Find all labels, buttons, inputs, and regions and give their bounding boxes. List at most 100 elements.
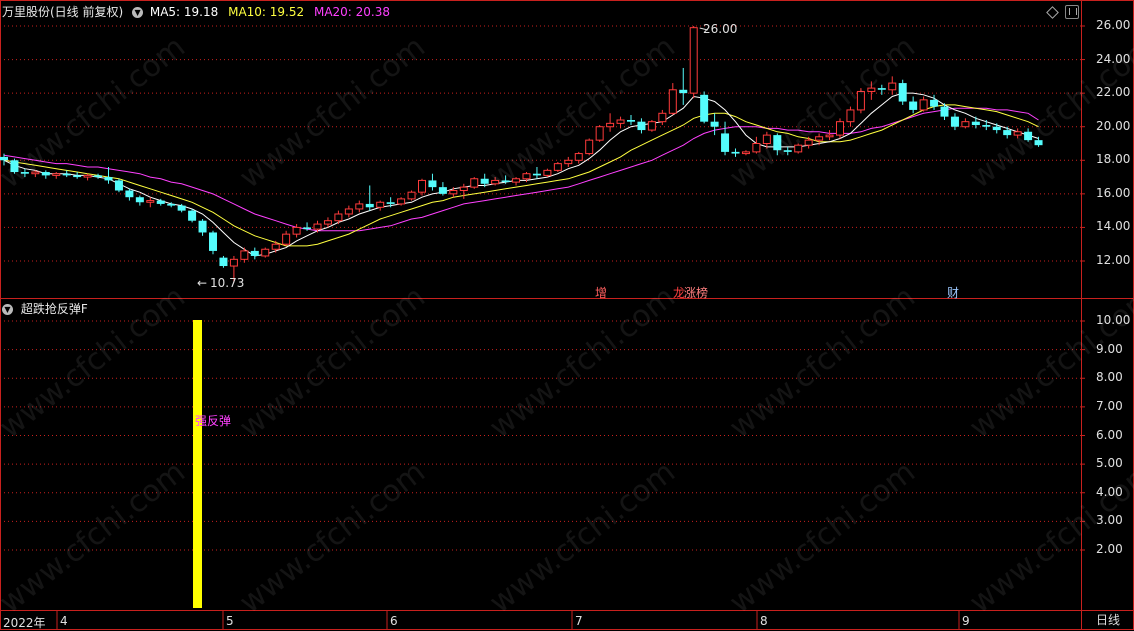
candle-body-up [334,213,343,222]
candle-body-down [0,156,8,161]
candle-body-up [741,151,750,155]
candle-body-down [125,190,134,198]
y-tick-label: 6.00 [1096,427,1123,442]
candle-body-down [104,177,113,181]
chevron-down-icon[interactable]: ▼ [2,304,13,315]
x-axis-year: 2022年 [3,616,46,630]
candle-body-down [721,133,730,152]
candle-body-down [898,83,907,102]
y-tick-label: 16.00 [1096,185,1131,200]
event-finance[interactable]: 财 [947,284,959,301]
candle-body-up [585,139,594,155]
candle-body-up [282,233,291,245]
low-price-marker: ← [197,276,208,290]
candle-body-up [240,250,249,260]
candle-body-down [700,94,709,122]
candle-body-down [982,125,991,127]
candle-body-down [94,175,103,178]
candle-body-up [543,169,552,176]
candle-body-down [930,99,939,107]
candle-body-up [52,173,61,176]
chevron-down-icon[interactable]: ▼ [132,7,144,18]
candle-body-down [438,187,447,194]
candle-body-up [512,178,521,183]
y-tick-label: 5.00 [1096,456,1123,471]
candle-body-down [909,101,918,110]
diamond-icon[interactable] [1046,6,1059,19]
candle-body-down [167,203,176,206]
candle-body-up [292,226,301,235]
candle-body-up [825,134,834,138]
candle-body-up [146,200,155,203]
outer-border [0,0,1134,630]
candle-body-up [491,179,500,185]
ma20-label: MA20: 20.38 [313,5,391,19]
candle-body-up [553,163,562,171]
candle-body-up [229,258,238,267]
ma20-line [3,107,1039,232]
candle-body-down [114,180,123,191]
candle-body-up [752,143,761,153]
candle-body-up [856,90,865,111]
signal-bar [193,320,202,608]
indicator-title[interactable]: 超跌抢反弹F [21,302,88,316]
candle-body-down [135,197,144,203]
candle-body-down [1034,140,1043,146]
candle-body-up [564,159,573,165]
candle-body-down [940,106,949,117]
main-panel-header: 万里股份(日线 前复权) ▼ MA5: 19.18 MA10: 19.52 MA… [2,5,390,19]
candle-body-up [606,122,615,128]
zoom-toggle-icon[interactable] [1065,5,1079,19]
event-limit-rank[interactable]: 涨榜 [684,284,708,301]
candle-body-up [815,136,824,141]
candle-body-down [250,250,259,256]
y-tick-label: 8.00 [1096,370,1123,385]
candle-body-up [888,82,897,91]
y-tick-label: 26.00 [1096,18,1131,32]
period-selector[interactable]: 日线 [1086,612,1130,628]
candle-body-down [303,227,312,230]
candle-body-up [522,173,531,180]
x-axis-month-label: 8 [760,614,768,628]
candle-body-down [1003,130,1012,136]
y-tick-label: 7.00 [1096,398,1123,413]
candle-body-down [177,205,186,211]
candle-body-down [20,172,29,174]
candle-body-down [41,172,50,176]
candle-body-up [261,248,270,257]
y-tick-label: 22.00 [1096,85,1131,100]
candle-body-down [480,178,489,184]
y-tick-label: 24.00 [1096,51,1131,66]
high-price-label: 26.00 [703,22,738,36]
candle-body-up [313,223,322,230]
event-increase[interactable]: 增 [595,284,607,301]
y-tick-label: 3.00 [1096,513,1123,528]
candle-body-down [428,180,437,188]
ma10-label: MA10: 19.52 [228,5,305,19]
y-tick-label: 4.00 [1096,484,1123,499]
candle-body-down [773,135,782,151]
candle-body-down [198,220,207,233]
candle-body-down [386,202,395,204]
y-tick-label: 20.00 [1096,118,1131,133]
candle-body-up [794,144,803,153]
candle-body-up [449,190,458,195]
candle-body-up [1013,131,1022,136]
candle-body-down [365,203,374,208]
candle-body-down [710,121,719,127]
candle-body-down [1024,131,1033,141]
candle-body-up [762,134,771,145]
candle-body-down [971,121,980,126]
y-tick-label: 14.00 [1096,219,1131,234]
x-axis-month-label: 5 [226,614,234,628]
candle-body-down [501,180,510,183]
candle-body-up [804,139,813,146]
y-tick-label: 9.00 [1096,341,1123,356]
candle-body-up [83,174,92,178]
stock-title[interactable]: 万里股份(日线 前复权) [2,5,123,19]
candle-body-up [31,171,40,175]
candle-body-up [689,27,698,94]
candle-body-up [658,112,667,123]
candle-body-down [532,173,541,176]
candle-body-down [73,175,82,178]
